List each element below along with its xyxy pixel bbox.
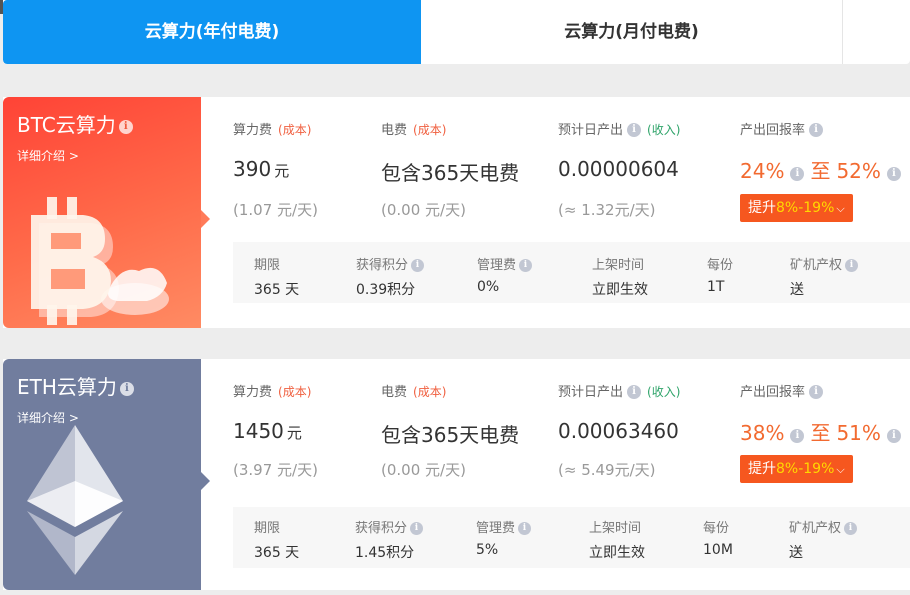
- detail-per-share: 每份 10M: [703, 521, 733, 558]
- detail-miner-ownership: 矿机产权 i 送: [789, 517, 858, 562]
- info-icon[interactable]: i: [411, 259, 425, 272]
- detail-link[interactable]: 详细介绍 >: [17, 409, 79, 426]
- info-icon[interactable]: i: [627, 384, 642, 399]
- info-icon[interactable]: i: [410, 522, 424, 535]
- info-icon[interactable]: i: [844, 522, 858, 535]
- info-icon[interactable]: i: [519, 259, 533, 272]
- card-title: ETH云算力 i: [17, 371, 134, 400]
- card-pointer: [201, 472, 210, 490]
- info-icon[interactable]: i: [790, 166, 805, 181]
- details-panel: 期限 365 天 获得积分 i 1.45积分 管理费 i 5% 上架时间 立即生效 每份 10…: [233, 507, 910, 568]
- daily-output-header: 预计日产出 i (收入): [558, 384, 681, 400]
- detail-miner-ownership: 矿机产权 i 送: [790, 254, 859, 299]
- return-rate-value: 24% i 至 52% i: [740, 155, 901, 184]
- detail-points: 获得积分 i 0.39积分: [356, 254, 425, 299]
- chevron-down-icon: ⌵: [836, 463, 845, 476]
- hash-fee-header: 算力费 (成本): [233, 123, 312, 138]
- detail-term: 期限 365 天: [254, 258, 300, 298]
- info-icon[interactable]: i: [118, 119, 133, 134]
- info-icon[interactable]: i: [518, 522, 532, 535]
- hash-fee-value: 390 元: [233, 157, 290, 181]
- detail-points: 获得积分 i 1.45积分: [355, 517, 424, 562]
- return-rate-value: 38% i 至 51% i: [740, 417, 901, 446]
- card-title: BTC云算力 i: [17, 109, 133, 138]
- tab-divider: [842, 0, 843, 64]
- daily-output-fiat: (≈ 1.32元/天): [558, 201, 656, 219]
- tab-bar: 云算力(年付电费) 云算力(月付电费): [3, 0, 910, 64]
- return-rate-header: 产出回报率 i: [740, 381, 824, 400]
- product-card-eth: ETH云算力 i 详细介绍 > 算力费 (成本) 1450 元 (3.97 元/天) …: [3, 359, 910, 590]
- power-fee-value: 包含365天电费: [381, 423, 520, 447]
- chevron-down-icon: ⌵: [836, 202, 845, 215]
- info-icon[interactable]: i: [809, 122, 824, 137]
- info-icon[interactable]: i: [627, 122, 642, 137]
- detail-term: 期限 365 天: [254, 521, 300, 561]
- tab-monthly-power[interactable]: 云算力(月付电费): [421, 0, 842, 64]
- power-fee-daily: (0.00 元/天): [381, 201, 466, 219]
- daily-output-value: 0.00063460: [558, 419, 679, 443]
- details-panel: 期限 365 天 获得积分 i 0.39积分 管理费 i 0% 上架时间 立即生效 每份 1T…: [233, 242, 910, 303]
- info-icon[interactable]: i: [886, 428, 901, 443]
- card-side-btc: BTC云算力 i 详细介绍 >: [3, 97, 201, 328]
- detail-per-share: 每份 1T: [707, 258, 734, 295]
- hash-fee-header: 算力费 (成本): [233, 385, 312, 400]
- boost-button[interactable]: 提升8%-19% ⌵: [740, 455, 853, 483]
- ethereum-icon: [27, 425, 123, 575]
- detail-management-fee: 管理费 i 0%: [477, 254, 533, 295]
- bitcoin-coin-icon: [31, 197, 169, 325]
- power-fee-header: 电费 (成本): [381, 385, 447, 400]
- hash-fee-daily: (3.97 元/天): [233, 461, 318, 479]
- card-pointer: [201, 210, 210, 228]
- hash-fee-value: 1450 元: [233, 419, 302, 443]
- power-fee-value: 包含365天电费: [381, 161, 520, 185]
- tab-yearly-power[interactable]: 云算力(年付电费): [3, 0, 421, 64]
- card-side-eth: ETH云算力 i 详细介绍 >: [3, 359, 201, 590]
- detail-listing-time: 上架时间 立即生效: [589, 521, 645, 561]
- detail-link[interactable]: 详细介绍 >: [17, 147, 79, 164]
- info-icon[interactable]: i: [119, 381, 134, 396]
- daily-output-value: 0.00000604: [558, 157, 679, 181]
- hash-fee-daily: (1.07 元/天): [233, 201, 318, 219]
- daily-output-header: 预计日产出 i (收入): [558, 122, 681, 138]
- daily-output-fiat: (≈ 5.49元/天): [558, 461, 656, 479]
- info-icon[interactable]: i: [809, 384, 824, 399]
- product-card-btc: BTC云算力 i 详细介绍 > 算力费 (成本) 390 元 (1.07 元/天) 电…: [3, 97, 910, 328]
- return-rate-header: 产出回报率 i: [740, 119, 824, 138]
- detail-management-fee: 管理费 i 5%: [476, 517, 532, 558]
- info-icon[interactable]: i: [845, 259, 859, 272]
- detail-listing-time: 上架时间 立即生效: [592, 258, 648, 298]
- boost-button[interactable]: 提升8%-19% ⌵: [740, 194, 853, 222]
- info-icon[interactable]: i: [790, 428, 805, 443]
- power-fee-daily: (0.00 元/天): [381, 461, 466, 479]
- power-fee-header: 电费 (成本): [381, 123, 447, 138]
- info-icon[interactable]: i: [886, 166, 901, 181]
